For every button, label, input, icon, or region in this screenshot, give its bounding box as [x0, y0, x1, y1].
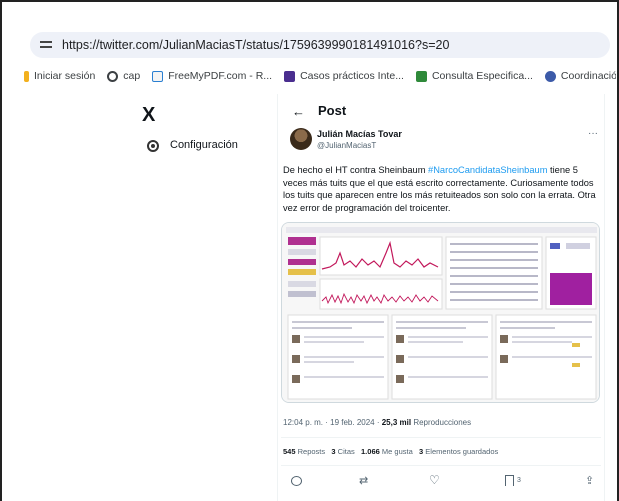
quotes-stat[interactable]: 3 Citas: [331, 447, 354, 456]
url-text[interactable]: https://twitter.com/JulianMaciasT/status…: [62, 38, 449, 52]
page-title: Post: [318, 103, 347, 118]
hashtag-link[interactable]: #NarcoCandidataSheinbaum: [428, 165, 547, 175]
divider: [281, 465, 601, 466]
repost-icon[interactable]: ⇄: [359, 474, 368, 487]
post-timestamp: 12:04 p. m. · 19 feb. 2024 · 25,3 mil Re…: [283, 418, 471, 427]
timestamp-text[interactable]: 12:04 p. m. · 19 feb. 2024 ·: [283, 418, 382, 427]
like-icon[interactable]: ♡: [429, 473, 440, 487]
bookmark-label: cap: [123, 70, 141, 82]
author-name[interactable]: Julián Macías Tovar: [317, 129, 402, 139]
bookmark-item[interactable]: cap: [107, 70, 140, 82]
bookmarks-bar: Iniciar sesión cap FreeMyPDF.com - R... …: [24, 66, 616, 86]
bookmark-label: Consulta Especifica...: [431, 70, 533, 82]
bookmark-item[interactable]: Iniciar sesión: [24, 70, 95, 82]
stat-count: 1.066: [361, 447, 380, 456]
stat-count: 3: [331, 447, 336, 456]
bookmark-item[interactable]: Casos prácticos Inte...: [284, 70, 404, 82]
engagement-stats: 545 Reposts 3 Citas 1.066 Me gusta 3 Ele…: [283, 447, 498, 456]
reply-icon[interactable]: [291, 476, 302, 486]
divider: [281, 437, 601, 438]
tweet-text-part: De hecho el HT contra Sheinbaum: [283, 165, 429, 175]
reposts-stat[interactable]: 545 Reposts: [283, 447, 325, 456]
author-handle[interactable]: @JulianMaciasT: [317, 141, 376, 150]
stat-count: 3: [419, 447, 424, 456]
bookmarks-stat[interactable]: 3 Elementos guardados: [419, 447, 498, 456]
bookmark-item[interactable]: FreeMyPDF.com - R...: [152, 70, 272, 82]
stat-label: Reposts: [297, 447, 326, 456]
stat-label: Me gusta: [381, 447, 413, 456]
address-bar[interactable]: https://twitter.com/JulianMaciasT/status…: [30, 32, 610, 58]
views-label: Reproducciones: [411, 418, 472, 427]
gear-icon[interactable]: [147, 140, 159, 152]
bookmark-label: FreeMyPDF.com - R...: [168, 70, 273, 82]
share-icon[interactable]: ⇪: [585, 474, 594, 487]
x-logo[interactable]: X: [142, 104, 155, 127]
stat-count: 545: [283, 447, 296, 456]
likes-stat[interactable]: 1.066 Me gusta: [361, 447, 413, 456]
stat-label: Elementos guardados: [425, 447, 499, 456]
bookmark-icon: [505, 474, 514, 486]
action-bar: ⇄ ♡ 3 ⇪: [289, 473, 595, 490]
bookmark-count: 3: [517, 476, 521, 484]
views-count: 25,3 mil: [381, 418, 412, 427]
bookmark-label: Coordinación de l: [560, 70, 616, 82]
globe-icon: [107, 70, 119, 82]
seal-icon: [544, 70, 556, 82]
more-options-icon[interactable]: ···: [588, 128, 598, 139]
bookmark-item[interactable]: Consulta Especifica...: [415, 70, 533, 82]
tweet-media-image[interactable]: [281, 222, 600, 403]
bookmark-item[interactable]: Coordinación de l: [544, 70, 616, 82]
settings-link[interactable]: Configuración: [170, 139, 238, 151]
stat-label: Citas: [337, 447, 355, 456]
bookmark-bar-icon: [24, 70, 29, 82]
pdf-icon: [152, 70, 164, 82]
avatar[interactable]: [290, 128, 312, 150]
book-icon: [415, 70, 427, 82]
dashboard-screenshot-image: [282, 223, 599, 402]
bookmark-label: Iniciar sesión: [34, 70, 96, 82]
bookmark-label: Casos prácticos Inte...: [300, 70, 404, 82]
site-settings-icon[interactable]: [40, 40, 52, 50]
em-icon: [284, 70, 296, 82]
bookmark-action[interactable]: 3: [505, 474, 521, 486]
tweet-text: De hecho el HT contra Sheinbaum #NarcoCa…: [283, 164, 601, 214]
back-arrow-icon[interactable]: ←: [292, 104, 305, 119]
